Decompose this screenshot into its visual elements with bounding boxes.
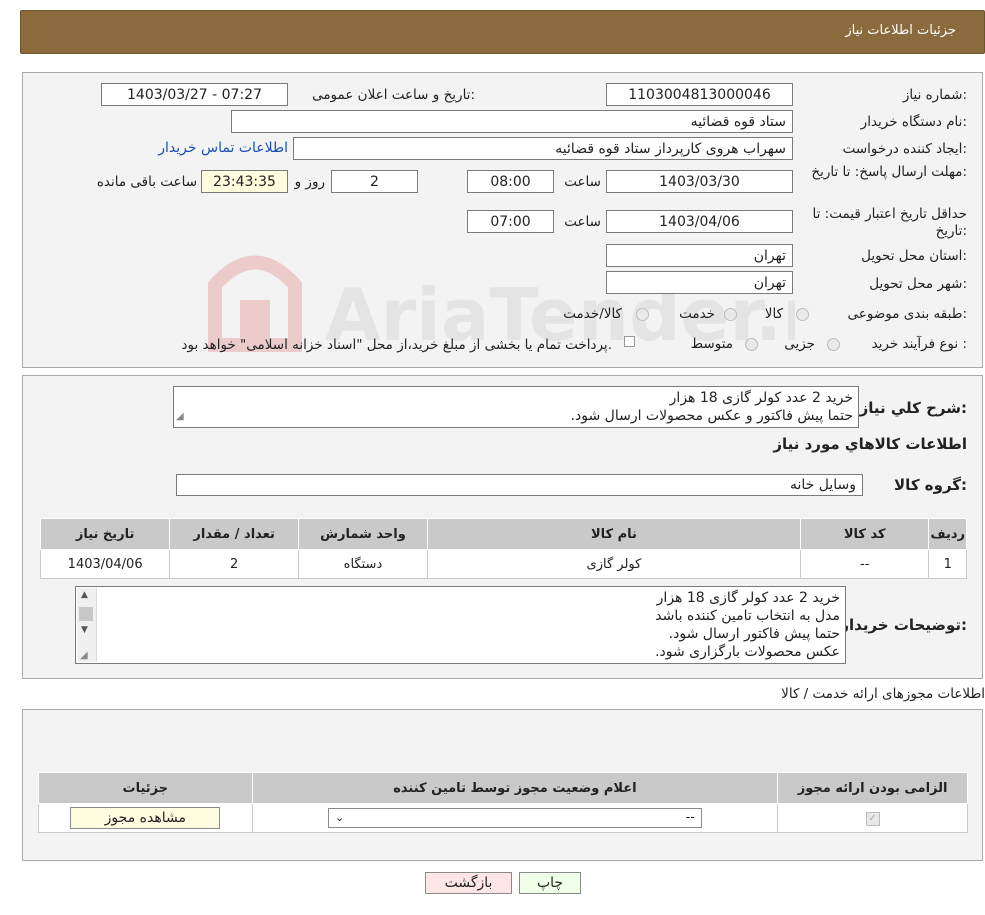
process-option-medium: متوسط — [690, 336, 733, 352]
buyer-notes-label: توضیحات خریدار: — [840, 616, 967, 634]
permits-table-header: الزامی بودن ارائه مجوز اعلام وضعیت مجوز … — [38, 772, 968, 804]
validity-time-field: 07:00 — [467, 210, 554, 233]
category-option-goods-service: کالا/خدمت — [563, 306, 622, 322]
col-unit: واحد شمارش — [298, 518, 428, 550]
resize-grip-icon: ◢ — [80, 650, 88, 661]
notes-line-3: حتما پیش فاکتور ارسال شود. — [668, 626, 840, 642]
cell-row: 1 — [928, 549, 967, 579]
buyer-notes-textarea[interactable]: خرید 2 عدد کولر گازی 18 هزار مدل به انتخ… — [75, 586, 846, 664]
city-field: تهران — [606, 271, 793, 294]
process-label: نوع فرآیند خرید : — [871, 336, 967, 352]
buyer-org-field: ستاد قوه قضائیه — [231, 110, 793, 133]
cell-unit: دستگاه — [298, 549, 428, 579]
remaining-time-field: 23:43:35 — [201, 170, 288, 193]
col-permit-status: اعلام وضعیت مجوز توسط تامین کننده — [251, 772, 779, 804]
col-name: نام کالا — [426, 518, 801, 550]
scroll-down-icon[interactable]: ▼ — [81, 625, 88, 635]
category-radio-goods[interactable] — [796, 308, 809, 321]
cell-permit-required: ✓ — [777, 803, 968, 833]
cell-date: 1403/04/06 — [39, 549, 171, 579]
buyer-org-label: نام دستگاه خریدار: — [860, 114, 967, 130]
announce-field: 1403/03/27 - 07:27 — [101, 83, 288, 106]
days-label: روز و — [294, 174, 325, 190]
category-radio-goods-service[interactable] — [636, 308, 649, 321]
page-header: جزئیات اطلاعات نیاز — [20, 10, 985, 54]
creator-field: سهراب هروی کارپرداز ستاد قوه قضائیه — [293, 137, 793, 160]
scroll-up-icon[interactable]: ▲ — [81, 590, 88, 600]
goods-table-header: ردیف کد کالا نام کالا واحد شمارش تعداد /… — [39, 518, 967, 550]
page-title: جزئیات اطلاعات نیاز — [845, 23, 956, 38]
process-radio-medium[interactable] — [745, 338, 758, 351]
process-radio-minor[interactable] — [827, 338, 840, 351]
col-row: ردیف — [928, 518, 967, 550]
process-option-minor: جزیی — [784, 336, 815, 352]
cell-name: کولر گازی — [426, 549, 801, 579]
need-number-label: شماره نیاز: — [902, 87, 967, 103]
col-permit-details: جزئیات — [38, 772, 253, 804]
summary-label: شرح كلي نياز: — [859, 399, 967, 417]
summary-line-2: حتما پیش فاکتور و عکس محصولات ارسال شود. — [570, 408, 853, 424]
cell-code: -- — [799, 549, 930, 579]
city-label: شهر محل تحویل: — [869, 276, 967, 292]
process-note: پرداخت تمام یا بخشی از مبلغ خرید،از محل … — [181, 337, 612, 353]
category-option-goods: کالا — [764, 306, 783, 322]
deadline-date-field: 1403/03/30 — [606, 170, 793, 193]
table-row: ✓ -- ⌄ مشاهده مجوز — [38, 803, 968, 833]
permits-table: الزامی بودن ارائه مجوز اعلام وضعیت مجوز … — [38, 772, 968, 833]
print-button[interactable]: چاپ — [519, 872, 581, 894]
notes-line-1: خرید 2 عدد کولر گازی 18 هزار — [656, 590, 840, 606]
category-option-service: خدمت — [679, 306, 715, 322]
cell-qty: 2 — [169, 549, 299, 579]
validity-label: حداقل تاریخ اعتبار قیمت: تا تاریخ: — [812, 206, 967, 239]
summary-textarea[interactable]: خرید 2 عدد کولر گازی 18 هزار حتما پیش فا… — [173, 386, 859, 428]
creator-label: ایجاد کننده درخواست: — [842, 141, 967, 157]
back-button[interactable]: بازگشت — [425, 872, 512, 894]
permit-status-select[interactable]: -- ⌄ — [327, 808, 702, 828]
province-label: استان محل تحویل: — [861, 248, 967, 264]
goods-group-field: وسایل خانه — [176, 474, 863, 496]
goods-section-title: اطلاعات کالاهاي مورد نياز — [773, 435, 967, 453]
permit-required-checkbox: ✓ — [865, 812, 880, 826]
treasury-checkbox[interactable] — [624, 336, 635, 347]
col-code: کد کالا — [799, 518, 930, 550]
col-permit-required: الزامی بودن ارائه مجوز — [777, 772, 968, 804]
notes-scrollbar[interactable]: ▲ ▼ ◢ — [77, 588, 97, 662]
category-label: طبقه بندی موضوعی: — [847, 306, 967, 322]
summary-line-1: خرید 2 عدد کولر گازی 18 هزار — [669, 390, 853, 406]
remaining-label: ساعت باقی مانده — [96, 174, 197, 190]
validity-time-label: ساعت — [564, 214, 601, 230]
resize-grip-icon: ◢ — [176, 411, 184, 422]
deadline-time-field: 08:00 — [467, 170, 554, 193]
deadline-label: مهلت ارسال پاسخ: تا تاریخ: — [811, 164, 967, 180]
notes-line-4: عکس محصولات بارگزاری شود. — [655, 644, 840, 660]
category-radio-service[interactable] — [724, 308, 737, 321]
table-row[interactable]: 1 -- کولر گازی دستگاه 2 1403/04/06 — [39, 549, 967, 579]
days-field: 2 — [331, 170, 418, 193]
notes-line-2: مدل به انتخاب تامین کننده باشد — [655, 608, 840, 624]
scroll-thumb[interactable] — [79, 607, 93, 621]
goods-table: ردیف کد کالا نام کالا واحد شمارش تعداد /… — [39, 518, 967, 579]
permits-title: اطلاعات مجوزهای ارائه خدمت / کالا — [781, 686, 985, 702]
province-field: تهران — [606, 244, 793, 267]
chevron-down-icon: ⌄ — [334, 811, 345, 824]
col-qty: تعداد / مقدار — [169, 518, 299, 550]
buyer-contact-link[interactable]: اطلاعات تماس خریدار — [158, 140, 288, 156]
view-permit-button[interactable]: مشاهده مجوز — [70, 807, 221, 829]
cell-permit-status: -- ⌄ — [251, 803, 779, 833]
permit-status-value: -- — [685, 810, 695, 825]
cell-permit-details: مشاهده مجوز — [38, 803, 253, 833]
need-number-field: 1103004813000046 — [606, 83, 793, 106]
col-date: تاریخ نیاز — [39, 518, 171, 550]
announce-label: تاریخ و ساعت اعلان عمومی: — [312, 87, 475, 103]
deadline-time-label: ساعت — [564, 174, 601, 190]
validity-date-field: 1403/04/06 — [606, 210, 793, 233]
goods-group-label: گروه کالا: — [894, 476, 967, 494]
